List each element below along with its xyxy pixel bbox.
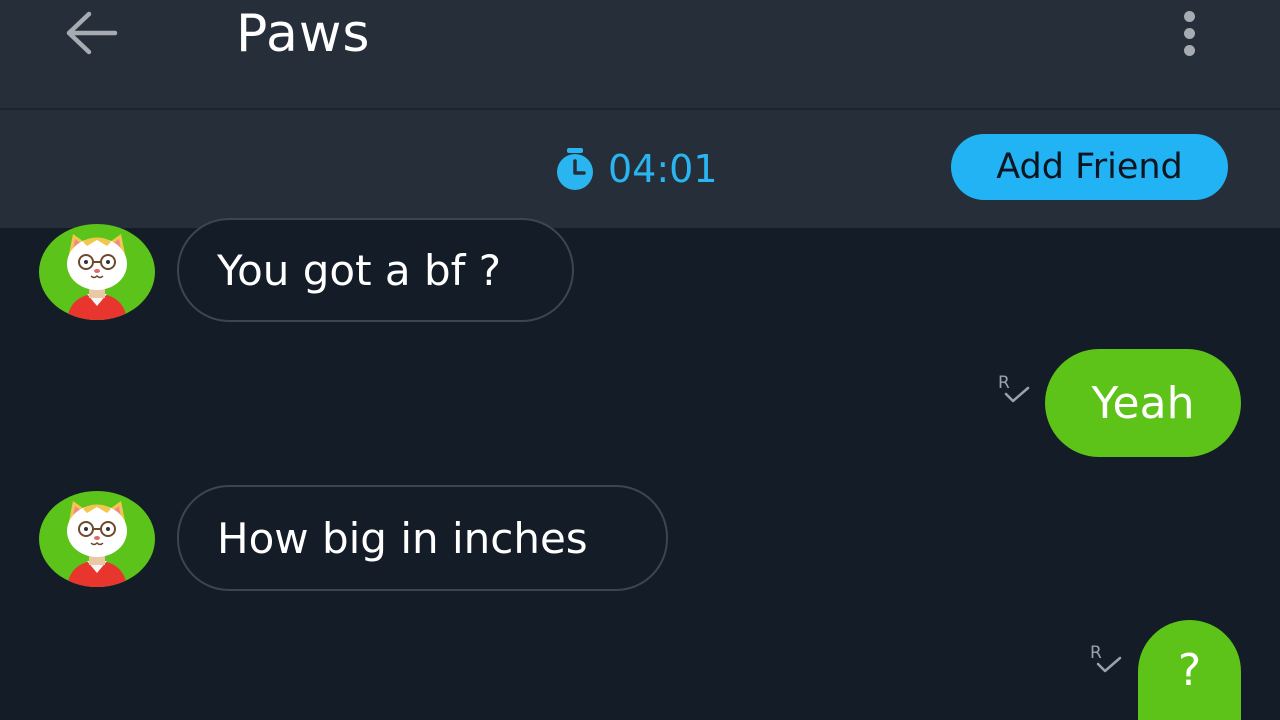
stopwatch-icon <box>557 148 593 190</box>
message-text: You got a bf ? <box>217 245 502 295</box>
message-text: Yeah <box>1091 377 1195 429</box>
more-options-button[interactable] <box>1166 4 1212 62</box>
timer-value: 04:01 <box>608 147 718 191</box>
cat-avatar-icon[interactable] <box>39 491 155 587</box>
chat-screen: Paws 04:01 Add Friend You got a bf ? Yea… <box>0 0 1280 720</box>
incoming-message-bubble[interactable]: You got a bf ? <box>177 218 574 322</box>
outgoing-message-bubble[interactable]: Yeah <box>1045 349 1241 457</box>
outgoing-message-bubble[interactable]: ? <box>1138 620 1241 720</box>
cat-avatar-icon[interactable] <box>39 224 155 320</box>
chat-title: Paws <box>236 4 371 64</box>
back-button[interactable] <box>58 6 124 60</box>
read-receipt-icon <box>1088 640 1128 680</box>
incoming-message-bubble[interactable]: How big in inches <box>177 485 668 591</box>
app-header: Paws <box>0 0 1280 110</box>
message-text: How big in inches <box>217 513 588 563</box>
arrow-left-icon <box>66 11 118 55</box>
message-text: ? <box>1177 644 1202 696</box>
session-timer: 04:01 <box>554 144 718 194</box>
add-friend-button[interactable]: Add Friend <box>951 134 1228 200</box>
read-receipt-icon <box>996 370 1036 410</box>
more-vertical-icon <box>1183 10 1195 22</box>
